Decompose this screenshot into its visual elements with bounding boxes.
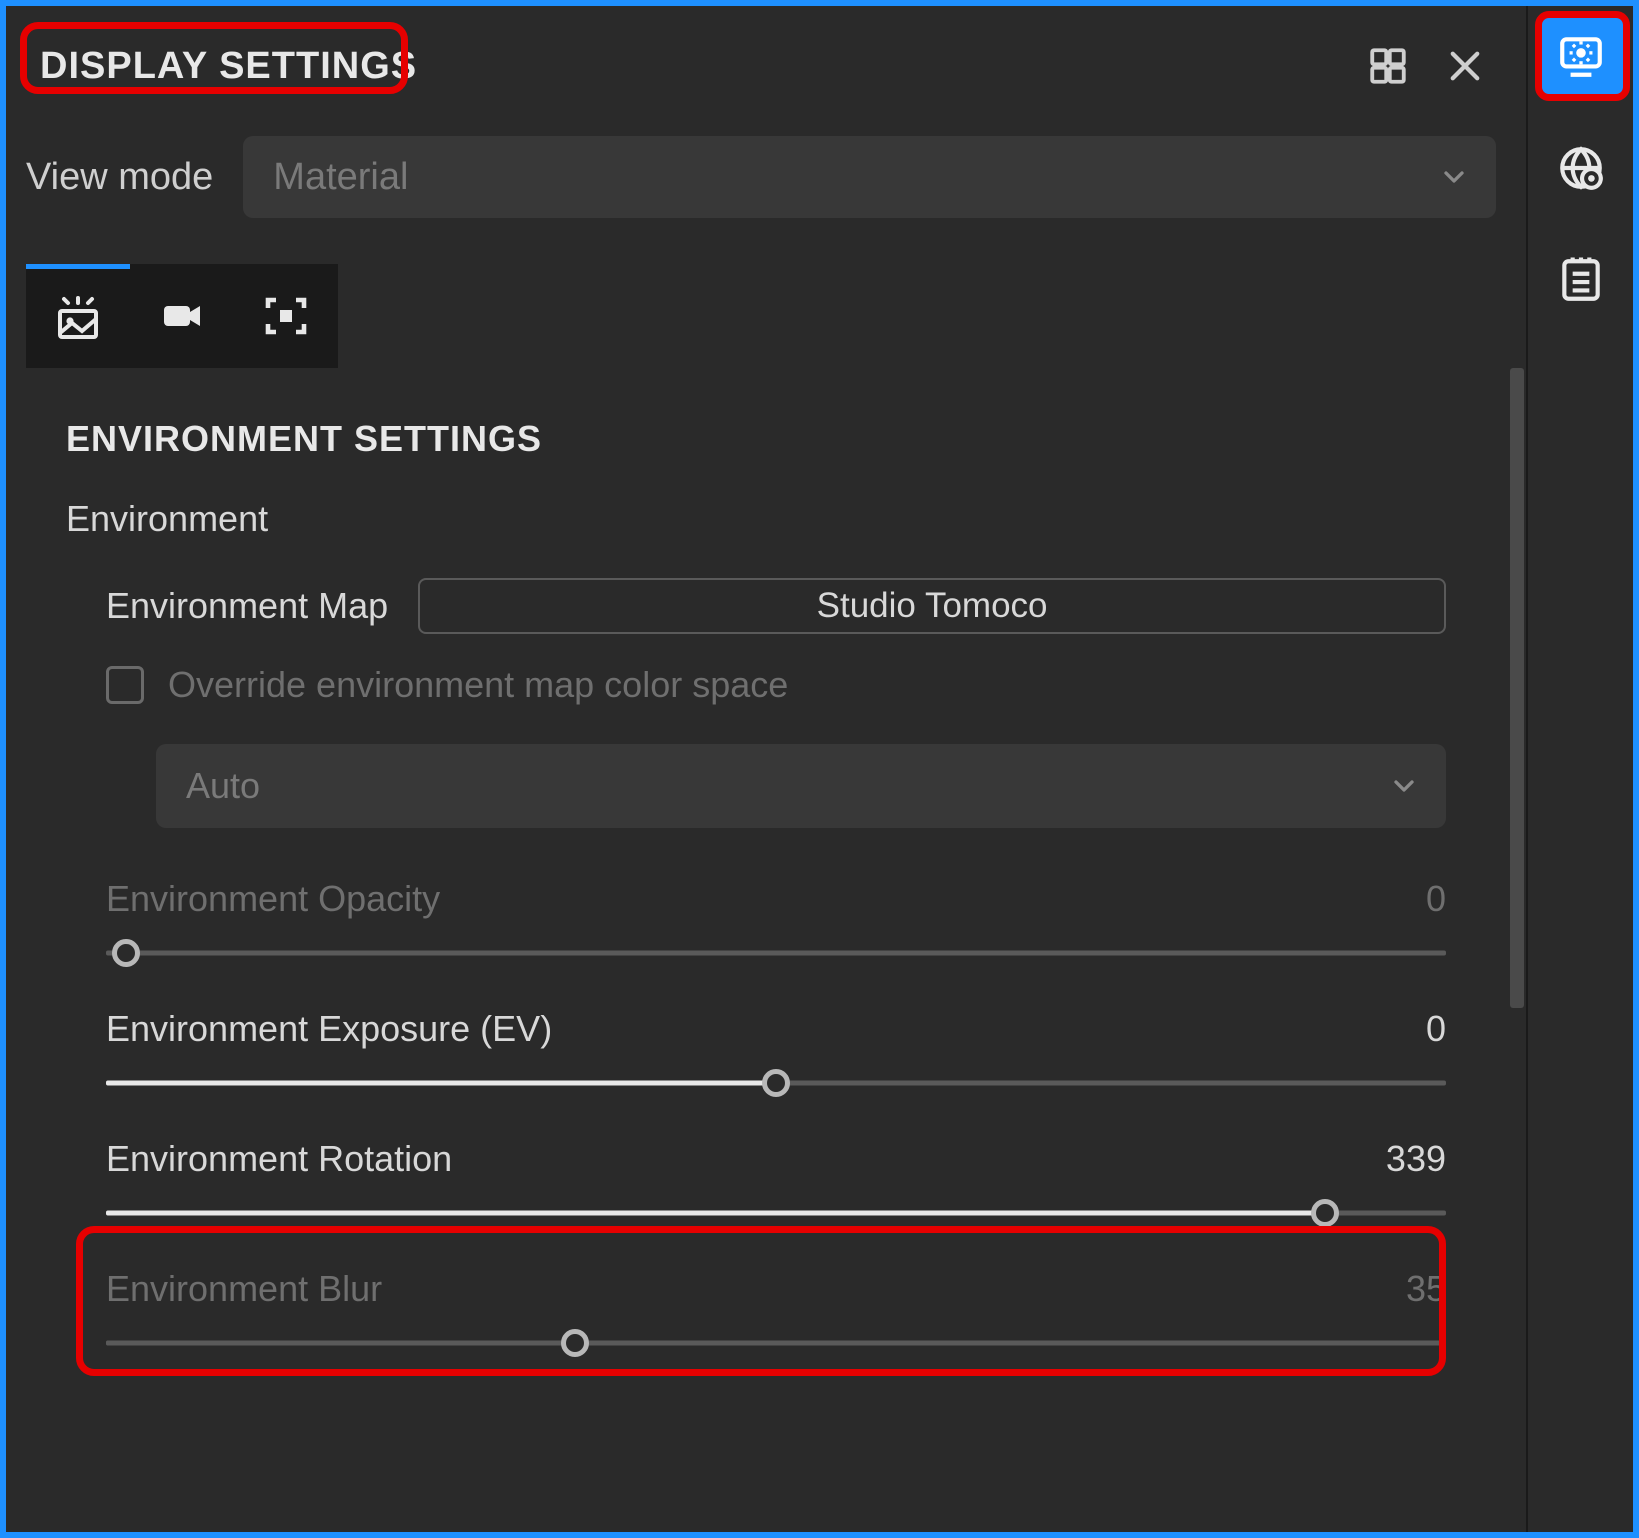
- section-title: ENVIRONMENT SETTINGS: [66, 418, 1506, 460]
- environment-opacity-label: Environment Opacity: [106, 878, 440, 920]
- environment-opacity-value: 0: [1426, 878, 1446, 920]
- colorspace-value: Auto: [186, 765, 260, 807]
- environment-blur-group: Environment Blur 35: [66, 1268, 1506, 1358]
- environment-rotation-value: 339: [1386, 1138, 1446, 1180]
- header-actions: [1367, 45, 1486, 87]
- view-mode-value: Material: [273, 156, 408, 199]
- sidebar-world-settings-button[interactable]: [1539, 126, 1623, 210]
- tab-viewport[interactable]: [234, 264, 338, 368]
- environment-rotation-label: Environment Rotation: [106, 1138, 452, 1180]
- panel-title: DISPLAY SETTINGS: [34, 39, 431, 94]
- chevron-down-icon: [1388, 770, 1420, 802]
- view-mode-label: View mode: [26, 156, 213, 199]
- display-settings-panel: DISPLAY SETTINGS: [6, 6, 1526, 1532]
- panel-header: DISPLAY SETTINGS: [6, 6, 1526, 116]
- environment-rotation-group: Environment Rotation 339: [66, 1138, 1506, 1228]
- colorspace-select[interactable]: Auto: [156, 744, 1446, 828]
- environment-map-label: Environment Map: [106, 585, 388, 627]
- sidebar-notes-button[interactable]: [1539, 238, 1623, 322]
- environment-blur-slider[interactable]: [106, 1328, 1446, 1358]
- view-mode-row: View mode Material: [6, 116, 1526, 248]
- override-colorspace-label: Override environment map color space: [168, 664, 788, 706]
- environment-map-select[interactable]: Studio Tomoco: [418, 578, 1446, 634]
- environment-map-row: Environment Map Studio Tomoco: [66, 578, 1506, 634]
- override-colorspace-row: Override environment map color space: [66, 664, 1506, 706]
- environment-map-value: Studio Tomoco: [817, 586, 1048, 626]
- settings-content: ENVIRONMENT SETTINGS Environment Environ…: [6, 368, 1526, 1358]
- tab-environment[interactable]: [26, 264, 130, 368]
- sidebar-display-settings-button[interactable]: [1539, 14, 1623, 98]
- dock-icon[interactable]: [1367, 45, 1409, 87]
- environment-blur-label: Environment Blur: [106, 1268, 382, 1310]
- environment-exposure-slider[interactable]: [106, 1068, 1446, 1098]
- app-window: DISPLAY SETTINGS: [0, 0, 1639, 1538]
- environment-exposure-value: 0: [1426, 1008, 1446, 1050]
- scrollbar[interactable]: [1510, 368, 1524, 1008]
- chevron-down-icon: [1438, 161, 1470, 193]
- section-subtitle: Environment: [66, 498, 1506, 540]
- environment-opacity-slider[interactable]: [106, 938, 1446, 968]
- view-mode-select[interactable]: Material: [243, 136, 1496, 218]
- environment-exposure-label: Environment Exposure (EV): [106, 1008, 552, 1050]
- right-sidebar: [1526, 6, 1633, 1532]
- environment-opacity-group: Environment Opacity 0: [66, 878, 1506, 968]
- tab-camera[interactable]: [130, 264, 234, 368]
- settings-tabs: [6, 248, 1526, 368]
- environment-blur-value: 35: [1406, 1268, 1446, 1310]
- close-icon[interactable]: [1444, 45, 1486, 87]
- environment-exposure-group: Environment Exposure (EV) 0: [66, 1008, 1506, 1098]
- override-colorspace-checkbox[interactable]: [106, 666, 144, 704]
- environment-rotation-slider[interactable]: [106, 1198, 1446, 1228]
